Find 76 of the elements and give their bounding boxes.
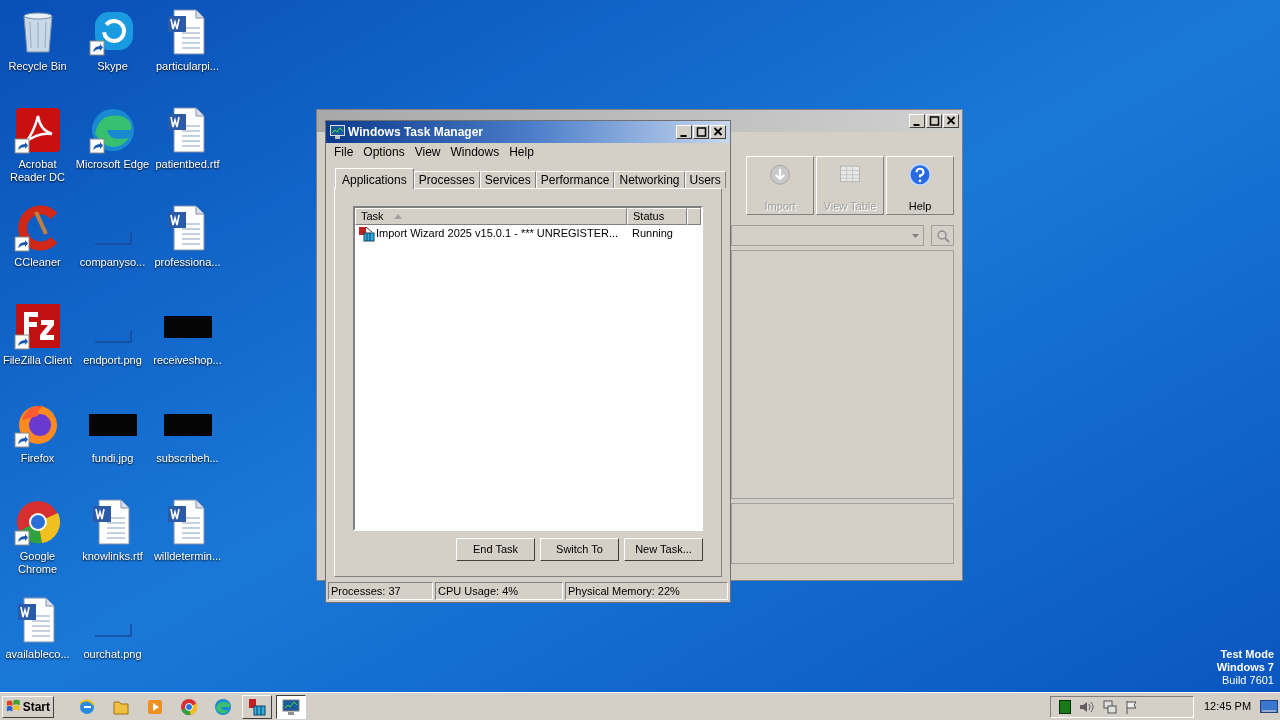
menu-item[interactable]: Windows: [445, 143, 505, 161]
network-icon: [1103, 699, 1117, 714]
clock: 12:45 PM: [1204, 699, 1253, 715]
tab[interactable]: Networking: [614, 171, 685, 188]
tab[interactable]: Performance: [535, 171, 615, 188]
toolbar-button[interactable]: Help: [886, 156, 954, 215]
menu-item[interactable]: Options: [358, 143, 410, 161]
minimize-button[interactable]: [909, 114, 925, 128]
icon-label[interactable]: Firefox: [0, 452, 75, 465]
tab[interactable]: Processes: [413, 171, 480, 188]
icon-label[interactable]: receiveshop...: [150, 354, 225, 367]
menu-item[interactable]: Help: [504, 143, 539, 161]
column-header[interactable]: Status: [627, 208, 687, 225]
icon-label[interactable]: professiona...: [150, 256, 225, 269]
icon-label[interactable]: Microsoft Edge: [75, 158, 150, 171]
icon-label[interactable]: CCleaner: [0, 256, 75, 269]
sort-arrow-icon: [393, 214, 402, 219]
task-name[interactable]: Import Wizard 2025 v15.0.1 - *** UNREGISTER...: [376, 225, 619, 242]
icon-label[interactable]: endport.png: [75, 354, 150, 367]
acrobat-icon[interactable]: [13, 106, 62, 154]
icon-label[interactable]: FileZilla Client: [0, 354, 75, 367]
icon-label[interactable]: particularpi...: [150, 60, 225, 73]
circle-logo-icon: [180, 697, 198, 716]
window-title: Windows Task Manager: [348, 124, 485, 141]
icon-label[interactable]: fundi.jpg: [75, 452, 150, 465]
status-field: Processes: 37: [328, 582, 433, 600]
taskbar-button[interactable]: [276, 694, 306, 719]
tab[interactable]: Services: [479, 171, 536, 188]
maximize-button[interactable]: [693, 125, 709, 139]
start-button[interactable]: Start: [2, 695, 54, 718]
windows-logo-icon: [6, 699, 21, 714]
status-field: Physical Memory: 22%: [565, 582, 728, 600]
icon-label[interactable]: knowlinks.rtf: [75, 550, 150, 563]
notice-text: Test Mode: [1220, 648, 1274, 661]
status-square-icon: [1059, 699, 1071, 714]
icon-label[interactable]: Acrobat Reader DC: [0, 158, 75, 184]
menu-item[interactable]: View: [409, 143, 446, 161]
circle-logo-icon[interactable]: [13, 498, 62, 546]
close-button[interactable]: [710, 125, 726, 139]
monitor-icon: [330, 125, 345, 139]
icon-label[interactable]: Google Chrome: [0, 550, 75, 576]
tab[interactable]: Applications: [335, 168, 414, 189]
maximize-button[interactable]: [926, 114, 942, 128]
icon-label[interactable]: willdetermin...: [150, 550, 225, 563]
notice-text: Build 7601: [1222, 674, 1274, 687]
status-field: CPU Usage: 4%: [435, 582, 563, 600]
icon-label[interactable]: patientbed.rtf: [150, 158, 225, 171]
caret-icon: [912, 233, 919, 238]
icon-label[interactable]: subscribeh...: [150, 452, 225, 465]
close-button[interactable]: [943, 114, 959, 128]
tab[interactable]: Users: [684, 171, 726, 188]
wave-icon: [214, 697, 232, 716]
column-header[interactable]: Task: [355, 208, 627, 225]
icon-label[interactable]: Skype: [75, 60, 150, 73]
app-icon: [248, 697, 266, 716]
fz-logo-icon[interactable]: [13, 302, 62, 350]
minimize-button[interactable]: [676, 125, 692, 139]
icon-label[interactable]: availableco...: [0, 648, 75, 661]
media-player-icon: [146, 697, 164, 716]
menu-item[interactable]: File: [329, 143, 359, 161]
dialog-button[interactable]: End Task: [456, 538, 535, 561]
notice-text: Windows 7: [1216, 661, 1274, 674]
browser-e-icon: [78, 697, 96, 716]
search-icon: [935, 228, 950, 243]
show-desktop-icon[interactable]: [1260, 699, 1278, 714]
dialog-button[interactable]: New Task...: [624, 538, 703, 561]
task-status: Running: [631, 226, 673, 242]
wave-icon[interactable]: [88, 106, 137, 154]
icon-label[interactable]: Recycle Bin: [0, 60, 75, 73]
flag-icon: [1125, 699, 1139, 714]
app-icon: [358, 225, 375, 242]
icon-label[interactable]: companyso...: [75, 256, 150, 269]
monitor-icon: [282, 697, 300, 716]
icon-label[interactable]: ourchat.png: [75, 648, 150, 661]
dialog-button[interactable]: Switch To: [540, 538, 619, 561]
speaker-icon: [1079, 699, 1095, 714]
